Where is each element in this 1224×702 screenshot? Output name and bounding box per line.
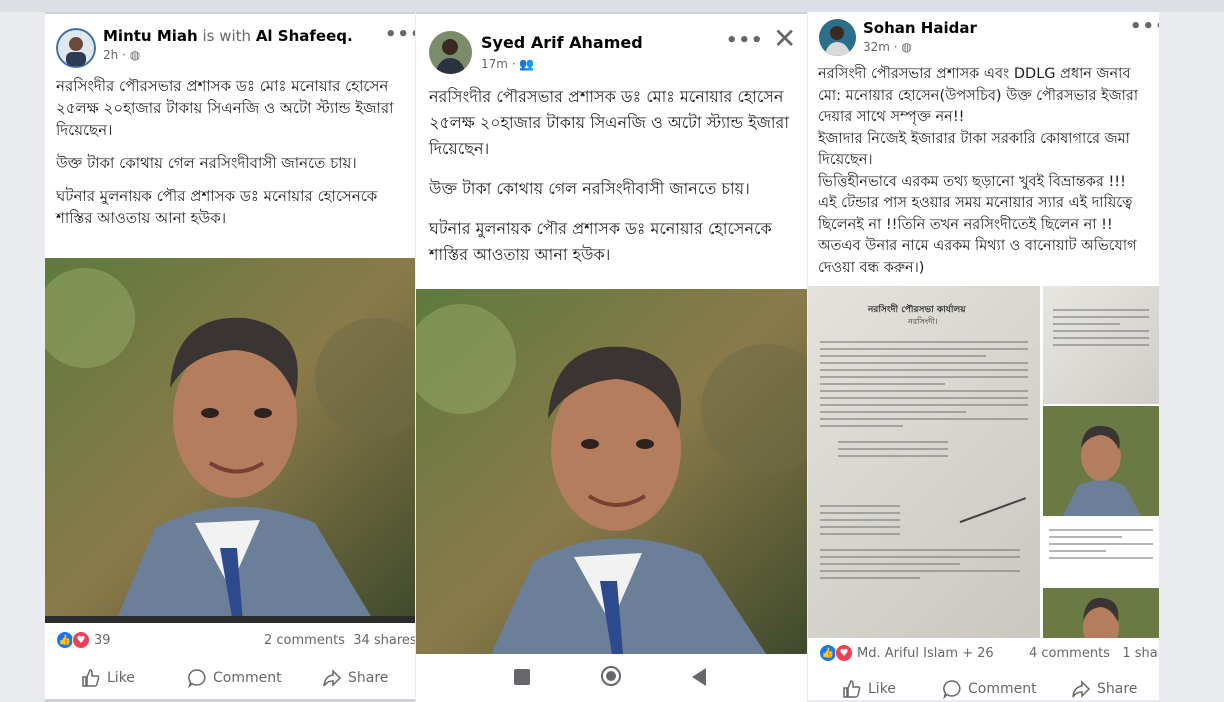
reactions-summary[interactable]: 👍 ♥ Md. Ariful Islam + 26 xyxy=(819,644,994,662)
post-text: নরসিংদী পৌরসভার প্রশাসক এবং DDLG প্রধান … xyxy=(818,64,1153,279)
share-icon xyxy=(323,669,342,687)
like-button[interactable]: Like xyxy=(842,679,896,699)
like-label: Like xyxy=(868,681,896,697)
author-avatar[interactable] xyxy=(56,28,96,68)
post-meta: 32m · ◍ xyxy=(863,40,912,54)
screenshot-thumbnail[interactable] xyxy=(1043,406,1159,586)
comments-shares-count[interactable]: 4 comments 1 share xyxy=(1029,646,1159,661)
comment-button[interactable]: Comment xyxy=(187,668,282,688)
globe-icon: ◍ xyxy=(129,48,141,62)
post-photo[interactable] xyxy=(416,289,807,654)
post-photo[interactable] xyxy=(45,258,415,623)
nav-home-icon[interactable] xyxy=(601,666,621,686)
post-meta: 17m · 👥 xyxy=(481,57,535,71)
reactions-count: 39 xyxy=(94,632,111,648)
share-label: Share xyxy=(1097,681,1138,697)
document-cc-list xyxy=(820,500,900,540)
author-avatar[interactable] xyxy=(429,31,472,74)
love-icon: ♥ xyxy=(835,644,853,662)
like-button[interactable]: Like xyxy=(81,668,135,688)
share-label: Share xyxy=(348,670,389,686)
like-icon xyxy=(843,680,861,698)
comments-count[interactable]: 2 comments xyxy=(264,633,345,648)
comment-label: Comment xyxy=(213,670,282,686)
document-amounts xyxy=(838,436,948,462)
document-footer-lines xyxy=(820,544,1020,584)
top-bar xyxy=(0,0,1224,12)
share-button[interactable]: Share xyxy=(322,668,388,688)
post-mintu-miah: Mintu Miah is with Al Shafeeq. 2h · ◍ ••… xyxy=(45,12,415,702)
shares-count[interactable]: 34 shares xyxy=(353,633,415,648)
more-options-button[interactable]: ••• xyxy=(1130,16,1159,37)
author-name[interactable]: Sohan Haidar xyxy=(863,19,977,37)
document-header: নরসিংদী পৌরসভা কার্যালয় xyxy=(868,305,966,315)
author-avatar[interactable] xyxy=(819,19,856,56)
post-paragraph: ইজাদার নিজেই ইজারার টাকা সরকারি কোষাগারে… xyxy=(818,130,1130,169)
document-text-lines xyxy=(820,336,1028,432)
post-paragraph: ভিত্তিহীনভাবে এরকম তথ্য ছড়ানো খুবই বিভ্… xyxy=(818,173,1126,190)
comment-icon xyxy=(188,669,206,688)
more-options-button[interactable]: ••• xyxy=(726,30,764,51)
post-text: নরসিংদীর পৌরসভার প্রশাসক ডঃ মোঃ মনোয়ার … xyxy=(429,84,799,279)
post-time[interactable]: 32m xyxy=(863,40,890,54)
nav-square-icon[interactable] xyxy=(514,669,530,685)
friends-icon: 👥 xyxy=(519,57,535,71)
globe-icon: ◍ xyxy=(901,40,912,54)
post-paragraph: ঘটনার মুলনায়ক পৌর প্রশাসক ডঃ মনোয়ার হো… xyxy=(429,219,772,264)
post-paragraph: উক্ত টাকা কোথায় গেল নরসিংদীবাসী জানতে চ… xyxy=(56,154,357,172)
share-button[interactable]: Share xyxy=(1071,679,1137,699)
post-paragraph: অতএব উনার নামে এরকম মিথ্যা ও বানোয়াট অভ… xyxy=(818,238,1137,276)
nav-back-icon[interactable] xyxy=(692,668,706,686)
post-paragraph: নরসিংদীর পৌরসভার প্রশাসক ডঃ মোঃ মনোয়ার … xyxy=(429,87,789,158)
author-name[interactable]: Syed Arif Ahamed xyxy=(481,33,643,52)
like-label: Like xyxy=(107,670,135,686)
more-options-button[interactable]: ••• xyxy=(385,24,415,45)
shares-count[interactable]: 1 share xyxy=(1122,646,1159,661)
post-paragraph: উক্ত টাকা কোথায় গেল নরসিংদীবাসী জানতে চ… xyxy=(429,179,750,198)
post-paragraph: ঘটনার মুলনায়ক পৌর প্রশাসক ডঃ মনোয়ার হো… xyxy=(56,187,378,227)
author-name[interactable]: Mintu Miah is with Al Shafeeq. xyxy=(103,27,353,45)
thumbnail-text-lines xyxy=(1043,520,1159,568)
comments-count[interactable]: 4 comments xyxy=(1029,646,1110,661)
photo-thumbnail[interactable] xyxy=(1043,588,1159,638)
post-sohan-haidar: Sohan Haidar 32m · ◍ ••• নরসিংদী পৌরসভার… xyxy=(808,12,1159,700)
post-time[interactable]: 2h xyxy=(103,48,118,62)
document-thumbnail[interactable] xyxy=(1043,286,1159,404)
comment-icon xyxy=(943,680,961,699)
post-paragraph: এই টেন্ডার পাস হওয়ার সময় মনোয়ার স্যার… xyxy=(818,195,1133,233)
comment-label: Comment xyxy=(968,681,1037,697)
thumbnail-text-lines xyxy=(1043,286,1159,346)
reactions-text: Md. Ariful Islam + 26 xyxy=(857,645,994,661)
post-paragraph: নরসিংদী পৌরসভার প্রশাসক এবং DDLG প্রধান … xyxy=(818,66,1139,125)
document-photo[interactable]: নরসিংদী পৌরসভা কার্যালয় নরসিংদী। xyxy=(808,286,1040,638)
post-syed-arif-ahamed: Syed Arif Ahamed 17m · 👥 ••• ✕ নরসিংদীর … xyxy=(416,12,807,702)
reactions-summary[interactable]: 👍 ♥ 39 xyxy=(56,631,111,649)
love-icon: ♥ xyxy=(72,631,90,649)
post-time[interactable]: 17m xyxy=(481,57,508,71)
post-text: নরসিংদীর পৌরসভার প্রশাসক ডঃ মোঃ মনোয়ার … xyxy=(56,75,408,240)
post-meta: 2h · ◍ xyxy=(103,48,141,62)
share-icon xyxy=(1072,680,1091,698)
like-icon xyxy=(82,669,100,687)
close-button[interactable]: ✕ xyxy=(773,22,796,55)
comment-button[interactable]: Comment xyxy=(942,679,1037,699)
comments-shares-count[interactable]: 2 comments 34 shares xyxy=(264,633,415,648)
post-paragraph: নরসিংদীর পৌরসভার প্রশাসক ডঃ মোঃ মনোয়ার … xyxy=(56,77,394,139)
document-subheader: নরসিংদী। xyxy=(908,317,938,326)
